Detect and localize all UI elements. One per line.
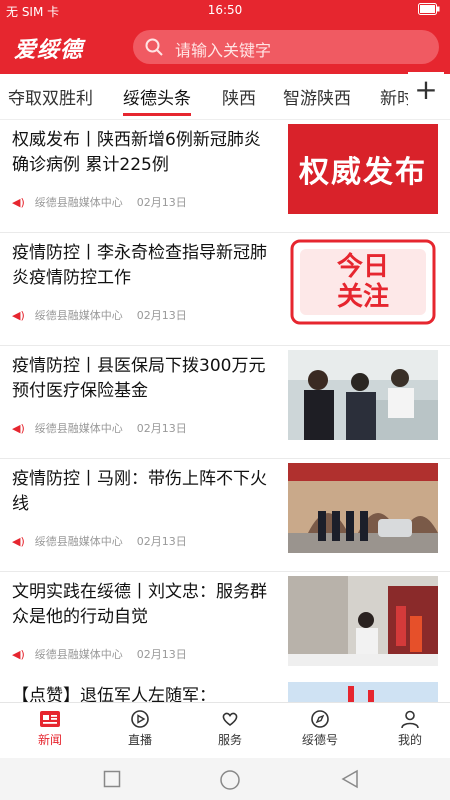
tab-suide-headlines[interactable]: 绥德头条 [123,84,191,116]
status-time: 16:50 [207,3,243,17]
battery-icon [418,3,440,18]
thumbnail-caption-bottom: 关注 [336,282,389,312]
back-icon[interactable] [340,769,360,789]
news-item[interactable]: 文明实践在绥德丨刘文忠：服务群众是他的行动自觉 ◀) 绥德县融媒体中心 02月13日 [0,572,450,685]
tab-shaanxi[interactable]: 陕西 [222,84,256,109]
nav-mine-label: 我的 [397,733,422,747]
news-meta: ◀) 绥德县融媒体中心 02月13日 [12,307,187,323]
speaker-icon: ◀) [12,535,25,548]
news-meta: ◀) 绥德县融媒体中心 02月13日 [12,420,187,436]
news-title: 疫情防控丨县医保局下拨300万元预付医疗保险基金 [12,356,266,401]
play-icon [131,710,149,728]
news-item[interactable]: 权威发布丨陕西新增6例新冠肺炎确诊病例 累计225例 ◀) 绥德县融媒体中心 02月… [0,120,450,233]
app-header: 爱绥德 请输入关键字 [0,22,450,74]
news-list: 权威发布丨陕西新增6例新冠肺炎确诊病例 累计225例 ◀) 绥德县融媒体中心 02月… [0,120,450,685]
news-date: 02月13日 [136,535,187,548]
nav-service[interactable]: 服务 [185,709,275,748]
news-thumbnail [288,463,438,553]
news-icon [40,711,60,727]
news-source: 绥德县融媒体中心 [34,196,123,209]
tab-double-victory[interactable]: 夺取双胜利 [8,84,93,109]
news-date: 02月13日 [136,309,187,322]
nav-suide-account-label: 绥德号 [301,733,338,747]
home-icon[interactable] [219,769,241,791]
status-bar: 无 SIM 卡 16:50 [0,0,450,22]
compass-icon [311,710,329,728]
news-meta: ◀) 绥德县融媒体中心 02月13日 [12,194,187,210]
news-item[interactable]: 疫情防控丨县医保局下拨300万元预付医疗保险基金 ◀) 绥德县融媒体中心 02月13… [0,346,450,459]
news-item[interactable]: 疫情防控丨马刚：带伤上阵不下火线 ◀) 绥德县融媒体中心 02月13日 [0,459,450,572]
thumbnail-caption-group: 今日 关注 [288,237,438,327]
news-title: 疫情防控丨李永奇检查指导新冠肺炎疫情防控工作 [12,243,267,288]
channel-tabs: 夺取双胜利 绥德头条 陕西 智游陕西 新时 [0,74,450,120]
nav-mine[interactable]: 我的 [365,709,450,748]
search-placeholder: 请输入关键字 [175,41,272,60]
news-thumbnail: 权威发布 [288,124,438,214]
thumbnail-caption-top: 今日 [336,252,389,282]
news-meta: ◀) 绥德县融媒体中心 02月13日 [12,646,187,662]
news-source: 绥德县融媒体中心 [34,422,123,435]
speaker-icon: ◀) [12,422,25,435]
news-meta: ◀) 绥德县融媒体中心 02月13日 [12,533,187,549]
bottom-nav: 新闻 直播 服务 绥德号 我的 [0,702,450,759]
news-date: 02月13日 [136,422,187,435]
news-title: 权威发布丨陕西新增6例新冠肺炎确诊病例 累计225例 [12,130,261,175]
speaker-icon: ◀) [12,648,25,661]
user-icon [401,710,419,729]
nav-service-label: 服务 [217,733,242,747]
news-thumbnail [288,350,438,440]
speaker-icon: ◀) [12,309,25,322]
news-source: 绥德县融媒体中心 [34,648,123,661]
nav-news-label: 新闻 [37,733,62,747]
nav-live-label: 直播 [127,733,152,747]
news-title: 疫情防控丨马刚：带伤上阵不下火线 [12,469,267,514]
news-date: 02月13日 [136,648,187,661]
nav-suide-account[interactable]: 绥德号 [275,709,365,748]
news-title: 文明实践在绥德丨刘文忠：服务群众是他的行动自觉 [12,582,267,627]
speaker-icon: ◀) [12,196,25,209]
app-logo: 爱绥德 [14,37,84,63]
tab-smart-travel[interactable]: 智游陕西 [283,84,351,109]
nav-live[interactable]: 直播 [95,709,185,748]
nav-news[interactable]: 新闻 [5,709,95,748]
news-date: 02月13日 [136,196,187,209]
news-item[interactable]: 疫情防控丨李永奇检查指导新冠肺炎疫情防控工作 ◀) 绥德县融媒体中心 02月13日 … [0,233,450,346]
search-input[interactable]: 请输入关键字 [133,30,439,64]
thumbnail-caption: 权威发布 [299,155,427,190]
add-channel-button[interactable]: + [408,72,444,108]
search-icon [145,38,163,56]
news-thumbnail [288,576,438,666]
news-thumbnail: 今日 关注 [288,237,438,327]
system-nav-bar [0,758,450,800]
news-source: 绥德县融媒体中心 [34,535,123,548]
recent-apps-icon[interactable] [103,770,121,788]
heart-hand-icon [222,712,238,726]
news-source: 绥德县融媒体中心 [34,309,123,322]
